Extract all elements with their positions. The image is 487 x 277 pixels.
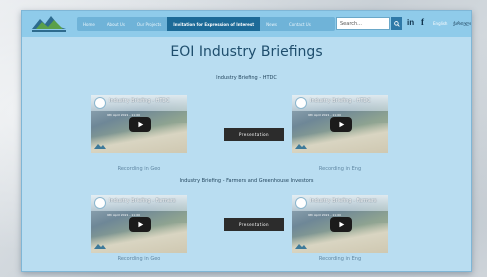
language-georgian[interactable]: ქართული (453, 21, 471, 26)
main-nav: Home About Us Our Projects Invitation fo… (77, 17, 335, 31)
language-english[interactable]: English (433, 21, 447, 26)
video-htdc-geo[interactable]: Industry Briefing - HTDC 9th April 2021 … (91, 95, 187, 153)
search-icon (393, 20, 400, 27)
video-caption-eng: Recording in Eng (318, 256, 362, 262)
video-title: Industry Briefing - HTDC (109, 98, 170, 104)
video-title: Industry Briefing - Farmers (109, 198, 176, 204)
channel-avatar (295, 97, 307, 109)
video-htdc-eng[interactable]: Industry Briefing - HTDC 9th April 2021 … (292, 95, 388, 153)
channel-avatar (295, 197, 307, 209)
thumbnail-logo-icon (295, 244, 307, 249)
page-title: EOI Industry Briefings (170, 44, 323, 60)
thumbnail-logo-icon (94, 244, 106, 249)
play-button[interactable] (330, 117, 352, 132)
nav-our-projects[interactable]: Our Projects (131, 17, 167, 31)
video-farmers-geo[interactable]: Industry Briefing - Farmers 9th April 20… (91, 195, 187, 253)
play-button[interactable] (330, 217, 352, 232)
nav-invitation-eoi[interactable]: Invitation for Expression of Interest (167, 17, 261, 31)
video-caption-geo: Recording in Geo (117, 166, 161, 172)
section-title-htdc: Industry Briefing - HTDC (216, 75, 277, 81)
play-icon (338, 121, 344, 128)
thumbnail-logo-icon (295, 144, 307, 149)
linkedin-icon[interactable]: in (407, 18, 414, 27)
video-title: Industry Briefing - HTDC (310, 98, 371, 104)
channel-avatar (94, 97, 106, 109)
site-header: Home About Us Our Projects Invitation fo… (22, 11, 471, 37)
video-farmers-eng[interactable]: Industry Briefing - Farmers 9th April 20… (292, 195, 388, 253)
nav-about-us[interactable]: About Us (101, 17, 131, 31)
play-button[interactable] (129, 117, 151, 132)
video-caption-geo: Recording in Geo (117, 256, 161, 262)
nav-contact-us[interactable]: Contact Us (283, 17, 317, 31)
play-icon (137, 221, 143, 228)
video-caption-eng: Recording in Eng (318, 166, 362, 172)
play-icon (137, 121, 143, 128)
play-icon (338, 221, 344, 228)
section-title-farmers: Industry Briefing - Farmers and Greenhou… (179, 178, 314, 184)
site-logo[interactable] (30, 13, 68, 34)
search-button[interactable] (391, 17, 402, 30)
channel-avatar (94, 197, 106, 209)
video-title: Industry Briefing - Farmers (310, 198, 377, 204)
presentation-button-htdc[interactable]: Presentation (224, 128, 284, 141)
nav-home[interactable]: Home (77, 17, 101, 31)
nav-news[interactable]: News (260, 17, 283, 31)
facebook-icon[interactable]: f (421, 17, 424, 27)
presentation-button-farmers[interactable]: Presentation (224, 218, 284, 231)
browser-page: Home About Us Our Projects Invitation fo… (21, 10, 472, 272)
play-button[interactable] (129, 217, 151, 232)
search-input[interactable]: Search... (336, 17, 390, 30)
thumbnail-logo-icon (94, 144, 106, 149)
